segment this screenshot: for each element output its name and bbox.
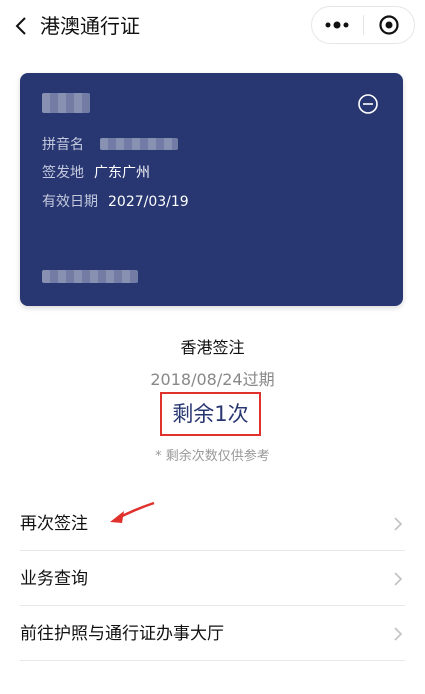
more-dots-icon xyxy=(325,21,349,29)
chevron-right-icon xyxy=(394,572,403,586)
mini-program-capsule xyxy=(311,6,415,44)
menu-item-label: 再次签注 xyxy=(20,514,88,534)
chevron-right-icon xyxy=(394,627,403,641)
menu-item-label: 前往护照与通行证办事大厅 xyxy=(20,624,224,644)
blurred-name xyxy=(42,93,90,113)
more-button[interactable] xyxy=(312,7,363,43)
valid-date-label: 有效日期 xyxy=(42,194,98,210)
menu-item-renew-visa[interactable]: 再次签注 xyxy=(20,496,405,552)
blurred-pinyin xyxy=(100,138,178,150)
remove-card-button[interactable] xyxy=(357,93,379,115)
chevron-left-icon xyxy=(15,17,26,35)
menu-divider xyxy=(20,660,405,661)
chevron-right-icon xyxy=(394,517,403,531)
back-button[interactable] xyxy=(10,12,32,40)
menu-item-label: 业务查询 xyxy=(20,569,88,589)
permit-card[interactable]: 拼音名 签发地 广东广州 有效日期 2027/03/19 xyxy=(20,73,403,306)
close-button[interactable] xyxy=(364,7,415,43)
visa-type: 香港签注 xyxy=(180,338,245,357)
pinyin-label: 拼音名 xyxy=(42,137,84,153)
issue-place-row: 签发地 广东广州 xyxy=(42,163,150,183)
menu-item-service-hall[interactable]: 前往护照与通行证办事大厅 xyxy=(20,606,405,662)
target-circle-icon xyxy=(379,15,399,35)
pinyin-row: 拼音名 xyxy=(42,135,84,155)
valid-date-value: 2027/03/19 xyxy=(108,194,189,210)
valid-date-row: 有效日期 2027/03/19 xyxy=(42,192,189,212)
nav-bar: 港澳通行证 xyxy=(0,0,425,52)
issue-place-label: 签发地 xyxy=(42,165,84,181)
page-title: 港澳通行证 xyxy=(40,14,140,38)
remaining-highlight-box: 剩余1次 xyxy=(160,392,261,436)
remaining-count: 剩余1次 xyxy=(172,402,249,426)
menu-item-business-query[interactable]: 业务查询 xyxy=(20,551,405,607)
blurred-permit-number xyxy=(42,270,138,283)
visa-expiry: 2018/08/24过期 xyxy=(150,370,275,389)
minus-circle-icon xyxy=(358,94,378,114)
issue-place-value: 广东广州 xyxy=(94,165,150,181)
remaining-note: * 剩余次数仅供参考 xyxy=(155,449,270,464)
